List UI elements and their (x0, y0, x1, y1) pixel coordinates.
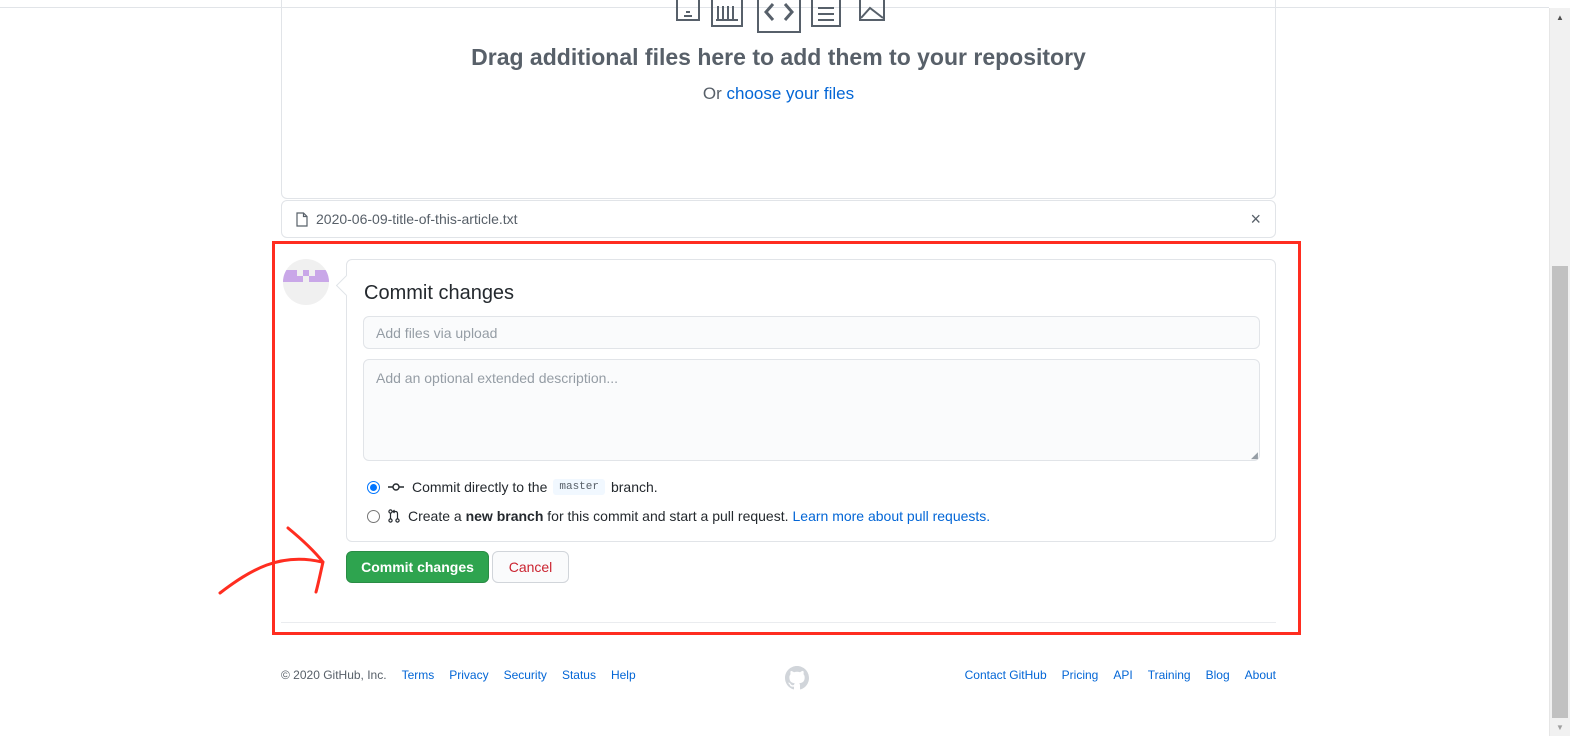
footer-link-blog[interactable]: Blog (1206, 668, 1230, 682)
copyright-text: © 2020 GitHub, Inc. (281, 668, 387, 682)
github-logo-icon[interactable] (785, 666, 809, 690)
uploaded-file-row: 2020-06-09-title-of-this-article.txt × (281, 200, 1276, 238)
scroll-down-arrow-icon[interactable]: ▼ (1550, 718, 1570, 736)
drop-zone-title: Drag additional files here to add them t… (471, 44, 1086, 70)
footer-left: © 2020 GitHub, Inc. Terms Privacy Securi… (281, 668, 651, 682)
page: Drag additional files here to add them t… (0, 0, 1570, 736)
annotation-arrow-icon (218, 526, 325, 595)
vertical-scrollbar[interactable]: ▲ ▼ (1549, 8, 1570, 736)
scroll-up-arrow-icon[interactable]: ▲ (1550, 8, 1570, 26)
footer-link-security[interactable]: Security (504, 668, 547, 682)
footer-link-status[interactable]: Status (562, 668, 596, 682)
annotation-highlight-box (272, 241, 1301, 635)
choose-files-link[interactable]: choose your files (727, 84, 855, 103)
file-type-icons (676, 0, 885, 33)
footer-link-about[interactable]: About (1245, 668, 1276, 682)
footer-link-api[interactable]: API (1113, 668, 1132, 682)
footer-right: Contact GitHub Pricing API Training Blog… (965, 668, 1276, 682)
footer-link-terms[interactable]: Terms (402, 668, 435, 682)
code-file-icon (757, 0, 801, 33)
footer-link-help[interactable]: Help (611, 668, 636, 682)
image-file-icon (676, 0, 700, 21)
footer-link-privacy[interactable]: Privacy (449, 668, 488, 682)
scrollbar-thumb[interactable] (1552, 266, 1568, 718)
uploaded-file-name: 2020-06-09-title-of-this-article.txt (316, 211, 518, 227)
footer-link-training[interactable]: Training (1148, 668, 1191, 682)
document-icon (296, 211, 308, 227)
picture-file-icon (859, 0, 885, 21)
footer-link-pricing[interactable]: Pricing (1062, 668, 1099, 682)
text-file-icon (811, 0, 841, 27)
remove-file-button[interactable]: × (1250, 209, 1261, 230)
drop-zone-subtitle: Or choose your files (282, 84, 1275, 104)
drop-zone-or-label: Or (702, 84, 722, 103)
footer-link-contact[interactable]: Contact GitHub (965, 668, 1047, 682)
archive-file-icon (711, 0, 743, 27)
